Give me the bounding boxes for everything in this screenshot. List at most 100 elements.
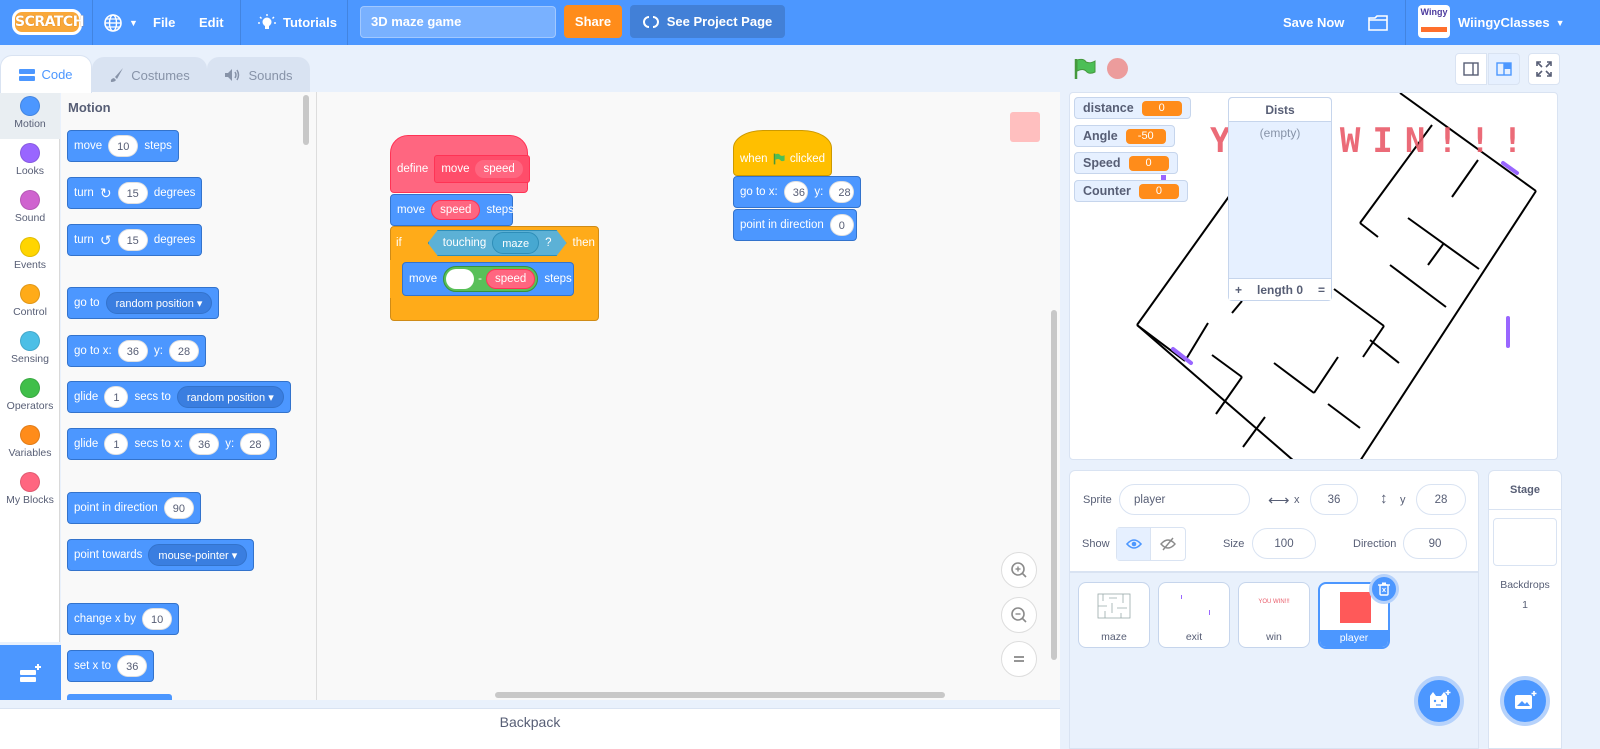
x-input[interactable]: 36	[783, 181, 809, 203]
direction-input[interactable]: 90	[1403, 528, 1467, 559]
share-button[interactable]: Share	[564, 5, 622, 38]
block-move-speed-steps[interactable]: move speed steps	[390, 194, 514, 226]
subtract-operator[interactable]: - speed	[443, 266, 539, 292]
block-point-towards[interactable]: point towards mouse-pointer	[67, 539, 255, 571]
block-change-x-by[interactable]: change x by 10	[67, 603, 180, 635]
block-go-to-xy[interactable]: go to x: 36 y: 28	[733, 176, 861, 208]
steps-input[interactable]: 10	[108, 135, 139, 157]
block-move-steps[interactable]: move 10 steps	[67, 130, 179, 162]
category-events[interactable]: Events	[0, 233, 60, 280]
tab-code[interactable]: Code	[0, 55, 92, 93]
category-my-blocks[interactable]: My Blocks	[0, 468, 60, 515]
avatar[interactable]: Wingy	[1418, 5, 1450, 38]
workspace-horizontal-scrollbar[interactable]	[495, 692, 945, 698]
secs-input[interactable]: 1	[104, 433, 129, 455]
x-position-input[interactable]: 36	[1310, 484, 1358, 515]
variable-monitor-speed[interactable]: Speed 0	[1074, 152, 1178, 174]
operand-input[interactable]	[446, 269, 475, 289]
my-stuff-button[interactable]	[1367, 0, 1389, 45]
touching-target-dropdown[interactable]: maze	[492, 232, 539, 254]
save-now-button[interactable]: Save Now	[1283, 0, 1344, 45]
delete-sprite-button[interactable]	[1369, 574, 1399, 604]
y-input[interactable]: 28	[168, 340, 200, 362]
backpack[interactable]: Backpack	[0, 708, 1060, 749]
zoom-reset-button[interactable]	[1001, 641, 1037, 677]
choose-backdrop-button[interactable]	[1500, 676, 1550, 726]
file-menu[interactable]: File	[153, 0, 175, 45]
list-add-button[interactable]: +	[1235, 283, 1242, 297]
block-move-negative-speed[interactable]: move - speed steps	[402, 262, 574, 296]
variable-monitor-angle[interactable]: Angle -50	[1074, 125, 1175, 147]
sprite-name-input[interactable]: player	[1119, 484, 1250, 515]
category-variables[interactable]: Variables	[0, 421, 60, 468]
list-monitor-dists[interactable]: Dists (empty) + length 0 =	[1228, 97, 1332, 301]
y-position-input[interactable]: 28	[1416, 484, 1466, 515]
target-dropdown[interactable]: mouse-pointer	[148, 544, 248, 566]
block-go-to[interactable]: go to random position	[67, 287, 220, 319]
argument-reporter[interactable]: speed	[475, 160, 523, 178]
tab-costumes[interactable]: Costumes	[92, 57, 207, 93]
variable-monitor-distance[interactable]: distance 0	[1074, 97, 1191, 119]
category-control[interactable]: Control	[0, 280, 60, 327]
small-stage-button[interactable]	[1455, 53, 1487, 85]
sprite-card-win[interactable]: YOU WIN!!! win	[1238, 582, 1310, 648]
block-turn-left[interactable]: turn ↺ 15 degrees	[67, 224, 203, 256]
category-motion[interactable]: Motion	[0, 92, 60, 139]
fullscreen-button[interactable]	[1528, 53, 1560, 85]
value-input[interactable]: 10	[142, 608, 173, 630]
block-point-in-direction[interactable]: point in direction 0	[733, 209, 857, 241]
edit-menu[interactable]: Edit	[199, 0, 224, 45]
block-point-in-direction[interactable]: point in direction 90	[67, 492, 201, 524]
tutorials-button[interactable]: Tutorials	[257, 0, 337, 45]
see-project-page-button[interactable]: See Project Page	[630, 5, 785, 38]
variable-monitor-counter[interactable]: Counter 0	[1074, 180, 1188, 202]
backdrop-thumbnail[interactable]	[1493, 518, 1557, 566]
target-dropdown[interactable]: random position	[105, 292, 213, 314]
account-menu[interactable]: WiingyClasses ▼	[1458, 0, 1565, 45]
block-when-flag-clicked[interactable]: when clicked	[733, 130, 832, 176]
zoom-in-button[interactable]	[1001, 552, 1037, 588]
block-glide[interactable]: glide 1 secs to random position	[67, 381, 291, 413]
green-flag-button[interactable]	[1074, 58, 1096, 85]
stop-button[interactable]	[1107, 58, 1128, 79]
value-input[interactable]: 36	[117, 655, 148, 677]
sprite-card-maze[interactable]: maze	[1078, 582, 1150, 648]
block-turn-right[interactable]: turn ↻ 15 degrees	[67, 177, 203, 209]
degrees-input[interactable]: 15	[117, 182, 148, 204]
list-resize-handle[interactable]: =	[1318, 283, 1325, 297]
target-dropdown[interactable]: random position	[176, 386, 284, 408]
scratch-logo[interactable]: SCRATCH	[12, 9, 84, 35]
choose-sprite-button[interactable]	[1414, 676, 1464, 726]
block-define[interactable]: define move speed	[390, 135, 530, 193]
y-input[interactable]: 28	[829, 181, 854, 203]
category-sensing[interactable]: Sensing	[0, 327, 60, 374]
category-sound[interactable]: Sound	[0, 186, 60, 233]
direction-input[interactable]: 90	[163, 497, 194, 519]
argument-reporter[interactable]: speed	[485, 269, 536, 289]
size-input[interactable]: 100	[1252, 528, 1316, 559]
normal-stage-button[interactable]	[1488, 53, 1520, 85]
block-glide-xy[interactable]: glide 1 secs to x: 36 y: 28	[67, 428, 278, 460]
category-looks[interactable]: Looks	[0, 139, 60, 186]
y-input[interactable]: 28	[240, 433, 271, 455]
sprite-card-exit[interactable]: exit	[1158, 582, 1230, 648]
workspace-vertical-scrollbar[interactable]	[1051, 310, 1057, 660]
block-go-to-xy[interactable]: go to x: 36 y: 28	[67, 335, 207, 367]
project-title-input[interactable]: 3D maze game	[360, 6, 556, 38]
palette-scrollbar[interactable]	[303, 95, 309, 145]
direction-input[interactable]: 0	[829, 214, 854, 236]
x-input[interactable]: 36	[189, 433, 220, 455]
degrees-input[interactable]: 15	[117, 229, 148, 251]
touching-condition[interactable]: touching maze ?	[428, 230, 567, 256]
secs-input[interactable]: 1	[104, 386, 129, 408]
add-extension-button[interactable]	[0, 645, 61, 700]
tab-sounds[interactable]: Sounds	[207, 57, 310, 93]
category-operators[interactable]: Operators	[0, 374, 60, 421]
x-input[interactable]: 36	[117, 340, 148, 362]
zoom-out-button[interactable]	[1001, 597, 1037, 633]
language-menu[interactable]: ▼	[103, 0, 138, 45]
block-set-x-to[interactable]: set x to 36	[67, 650, 155, 682]
argument-reporter[interactable]: speed	[431, 200, 481, 220]
hide-sprite-button[interactable]	[1151, 528, 1185, 560]
show-sprite-button[interactable]	[1117, 528, 1152, 560]
